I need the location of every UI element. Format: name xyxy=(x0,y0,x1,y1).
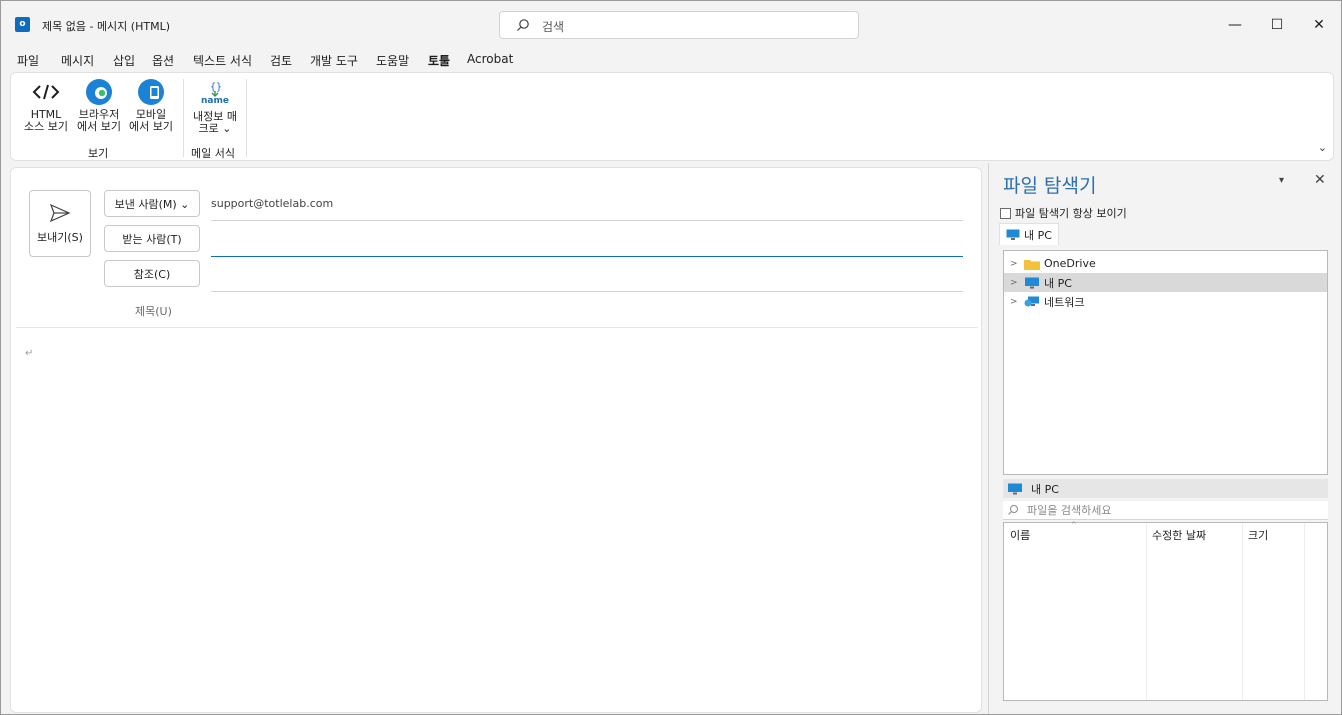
svg-text:{}: {} xyxy=(210,82,222,93)
file-search-placeholder: 파일을 검색하세요 xyxy=(1027,504,1112,517)
column-separator[interactable] xyxy=(1146,523,1147,700)
mobile-view-line2: 에서 보기 xyxy=(129,120,173,133)
macro-line2: 크로 ⌄ xyxy=(198,122,232,135)
tab-review[interactable]: 검토 xyxy=(270,52,292,69)
search-icon xyxy=(516,18,530,32)
mobile-view-button[interactable]: 모바일 에서 보기 xyxy=(125,77,177,145)
tree-item-label: OneDrive xyxy=(1044,257,1096,270)
maximize-button[interactable]: ☐ xyxy=(1257,11,1297,39)
search-icon xyxy=(1008,505,1018,515)
edge-icon xyxy=(84,77,114,107)
macro-button[interactable]: {} name 내정보 매 크로 ⌄ xyxy=(187,77,243,145)
tree-item-my-pc[interactable]: > 내 PC xyxy=(1004,273,1327,292)
folder-icon xyxy=(1024,259,1040,270)
send-button[interactable]: 보내기(S) xyxy=(29,190,91,257)
paragraph-mark-icon: ↵ xyxy=(25,348,34,359)
location-label: 내 PC xyxy=(1031,482,1059,496)
from-underline xyxy=(211,220,963,221)
minimize-button[interactable]: — xyxy=(1215,11,1255,39)
tab-options[interactable]: 옵션 xyxy=(152,52,174,69)
group-label-view: 보기 xyxy=(88,147,109,160)
tab-totool[interactable]: 토툴 xyxy=(428,52,451,74)
compose-area: 보내기(S) 보낸 사람(M) ⌄ support@totlelab.com 받… xyxy=(10,167,982,713)
column-header-size[interactable]: 크기 xyxy=(1248,527,1268,543)
code-icon xyxy=(31,77,61,107)
column-header-modified[interactable]: 수정한 날짜 xyxy=(1152,527,1206,543)
ribbon: HTML 소스 보기 브라우저 에서 보기 모바일 에서 보기 {} name … xyxy=(10,72,1334,161)
pane-close-icon[interactable]: ✕ xyxy=(1314,172,1326,188)
header-divider xyxy=(16,327,978,328)
outlook-compose-window: o 제목 없음 - 메시지 (HTML) 검색 — ☐ ✕ 파일 메시지 삽입 … xyxy=(0,0,1342,715)
column-separator[interactable] xyxy=(1242,523,1243,700)
subject-label: 제목(U) xyxy=(135,305,172,318)
pane-dropdown-icon[interactable]: ▾ xyxy=(1279,175,1284,186)
title-bar: o 제목 없음 - 메시지 (HTML) 검색 — ☐ ✕ xyxy=(1,1,1341,47)
send-label: 보내기(S) xyxy=(37,231,83,244)
html-source-button[interactable]: HTML 소스 보기 xyxy=(19,77,73,145)
tab-message[interactable]: 메시지 xyxy=(61,52,94,69)
tab-my-pc-label: 내 PC xyxy=(1024,228,1052,242)
from-value: support@totlelab.com xyxy=(211,197,334,210)
always-show-label: 파일 탐색기 항상 보이기 xyxy=(1015,207,1127,220)
send-icon xyxy=(49,203,71,223)
sort-ascending-icon: ⌃ xyxy=(1070,521,1078,531)
close-button[interactable]: ✕ xyxy=(1299,11,1339,39)
tab-acrobat[interactable]: Acrobat xyxy=(467,52,513,66)
pane-title: 파일 탐색기 xyxy=(1003,175,1097,197)
tree-item-onedrive[interactable]: > OneDrive xyxy=(1004,254,1327,273)
column-separator[interactable] xyxy=(1304,523,1305,700)
tab-developer[interactable]: 개발 도구 xyxy=(310,52,358,69)
tab-help[interactable]: 도움말 xyxy=(376,52,409,69)
ribbon-tabs: 파일 메시지 삽입 옵션 텍스트 서식 검토 개발 도구 도움말 토툴 Acro… xyxy=(1,47,1341,74)
search-placeholder: 검색 xyxy=(542,20,565,34)
tree-item-label: 네트워크 xyxy=(1044,295,1085,309)
file-list: 이름 ⌃ 수정한 날짜 크기 xyxy=(1003,521,1328,701)
to-input[interactable] xyxy=(211,256,963,257)
chevron-right-icon[interactable]: > xyxy=(1010,259,1020,269)
network-icon xyxy=(1024,296,1039,306)
ribbon-separator xyxy=(246,79,247,157)
tab-insert[interactable]: 삽입 xyxy=(113,52,135,69)
folder-tree: > OneDrive > 내 PC > 네트워크 xyxy=(1003,250,1328,475)
monitor-icon xyxy=(1008,483,1022,494)
group-label-mail-format: 메일 서식 xyxy=(191,147,235,160)
ribbon-separator xyxy=(183,79,184,157)
edge-mobile-icon xyxy=(136,77,166,107)
tree-item-label: 내 PC xyxy=(1044,276,1072,290)
monitor-icon xyxy=(1025,277,1039,288)
macro-icon-text: name xyxy=(201,95,229,106)
tree-item-network[interactable]: > 네트워크 xyxy=(1004,292,1327,311)
file-search-input[interactable]: 파일을 검색하세요 xyxy=(1003,501,1328,520)
html-source-line2: 소스 보기 xyxy=(24,120,68,133)
ribbon-collapse-chevron-icon[interactable]: ⌄ xyxy=(1318,141,1327,154)
to-button[interactable]: 받는 사람(T) xyxy=(104,225,200,252)
tab-format-text[interactable]: 텍스트 서식 xyxy=(193,52,252,69)
column-header-name[interactable]: 이름 xyxy=(1010,527,1030,543)
outlook-icon: o xyxy=(15,17,30,32)
name-macro-icon: {} name xyxy=(200,77,230,109)
cc-input[interactable] xyxy=(211,291,963,292)
location-bar: 내 PC xyxy=(1003,479,1328,498)
browser-view-line2: 에서 보기 xyxy=(77,120,121,133)
always-show-checkbox[interactable] xyxy=(1000,207,1011,219)
cc-button[interactable]: 참조(C) xyxy=(104,260,200,287)
from-button[interactable]: 보낸 사람(M) ⌄ xyxy=(104,190,200,217)
browser-view-button[interactable]: 브라우저 에서 보기 xyxy=(73,77,125,145)
file-explorer-pane: 파일 탐색기 ▾ ✕ 파일 탐색기 항상 보이기 내 PC > OneDrive… xyxy=(988,163,1340,714)
monitor-icon xyxy=(1006,229,1020,240)
always-show-option[interactable]: 파일 탐색기 항상 보이기 xyxy=(1000,205,1127,221)
tab-file[interactable]: 파일 xyxy=(17,52,39,69)
search-box[interactable]: 검색 xyxy=(499,11,859,39)
tab-my-pc[interactable]: 내 PC xyxy=(999,223,1059,245)
chevron-right-icon[interactable]: > xyxy=(1010,278,1020,288)
window-title: 제목 없음 - 메시지 (HTML) xyxy=(42,20,170,33)
chevron-right-icon[interactable]: > xyxy=(1010,297,1020,307)
